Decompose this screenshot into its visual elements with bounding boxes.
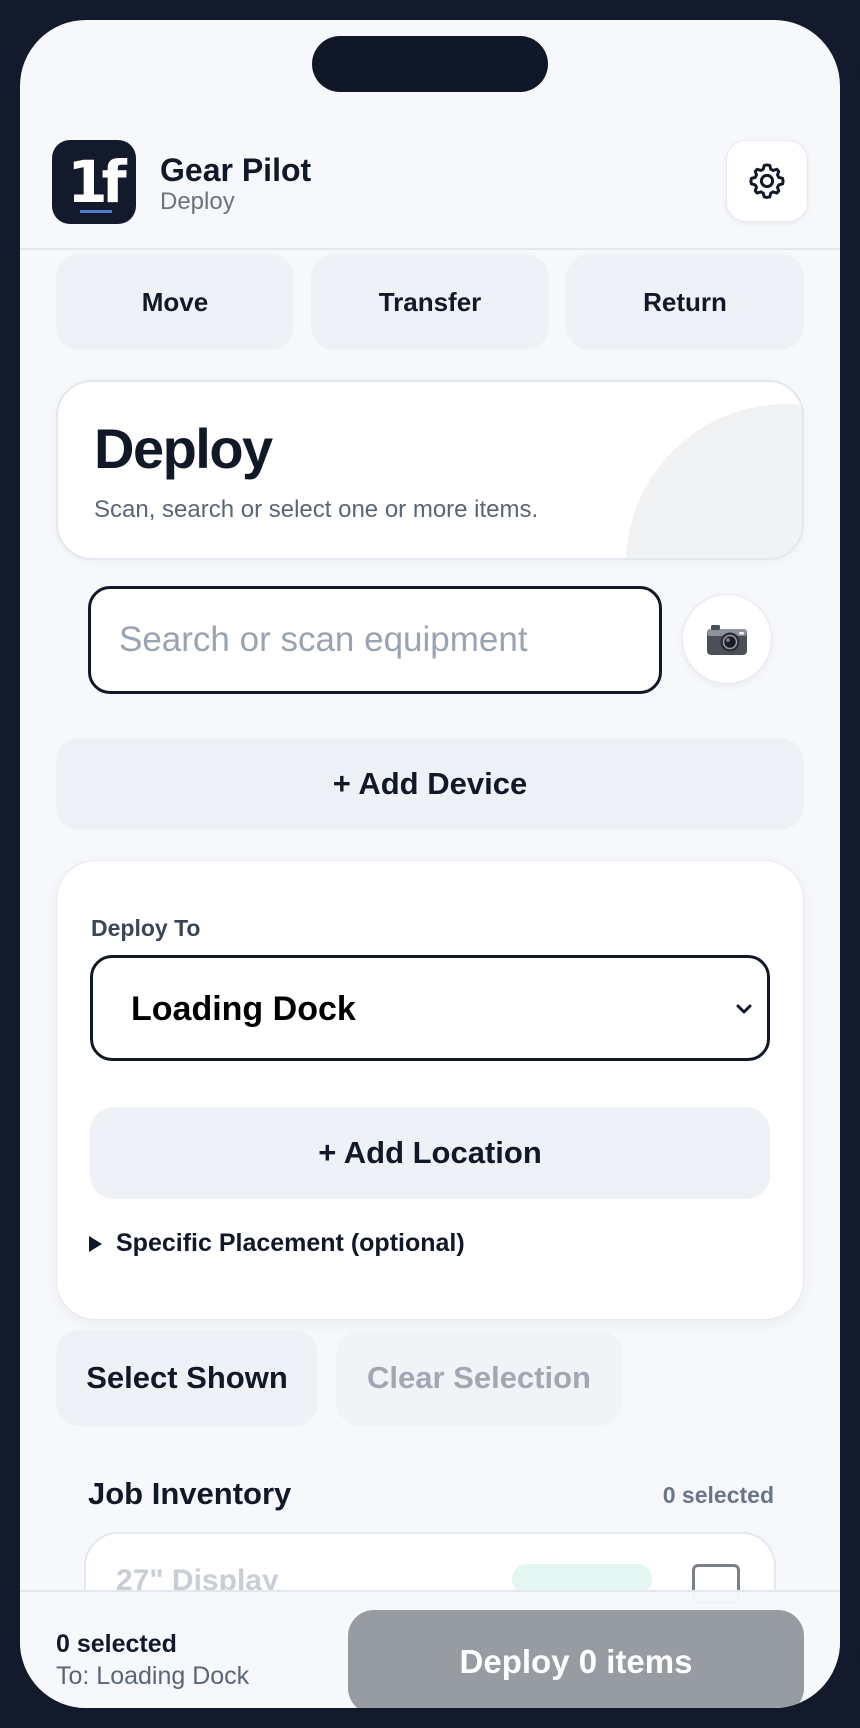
deploy-to-label: Deploy To xyxy=(91,915,201,941)
camera-icon xyxy=(707,625,747,655)
inventory-title: Job Inventory xyxy=(88,1476,292,1511)
dynamic-island xyxy=(312,36,548,92)
footer-target: To: Loading Dock xyxy=(56,1662,250,1690)
footer-selected-count: 0 selected xyxy=(56,1630,177,1658)
tab-move[interactable]: Move xyxy=(56,254,294,350)
select-shown-button[interactable]: Select Shown xyxy=(56,1330,318,1426)
add-location-button[interactable]: + Add Location xyxy=(90,1107,770,1199)
app-header: 1f Gear Pilot Deploy xyxy=(20,120,840,250)
deploy-target-card: Deploy To Loading Dock + Add Location Sp… xyxy=(56,860,804,1320)
settings-button[interactable] xyxy=(726,140,808,222)
inventory-selected-count: 0 selected xyxy=(662,1482,774,1508)
add-device-button[interactable]: + Add Device xyxy=(56,738,804,830)
deploy-button[interactable]: Deploy 0 items xyxy=(348,1610,804,1708)
location-select[interactable]: Loading Dock xyxy=(90,955,770,1061)
decorative-circle xyxy=(626,404,802,558)
disclosure-triangle-icon xyxy=(89,1235,102,1252)
chevron-down-icon xyxy=(736,1004,752,1014)
page-title: Deploy xyxy=(94,417,273,480)
scan-camera-button[interactable] xyxy=(682,594,772,684)
search-input[interactable] xyxy=(88,586,662,694)
phone-frame: 1f Gear Pilot Deploy Move Transfer Retur… xyxy=(0,0,860,1728)
specific-placement-toggle[interactable]: Specific Placement (optional) xyxy=(89,1229,465,1258)
app-subtitle: Deploy xyxy=(160,188,235,215)
logo-underline xyxy=(80,210,112,213)
clear-selection-button[interactable]: Clear Selection xyxy=(336,1330,622,1426)
location-select-value: Loading Dock xyxy=(131,990,356,1028)
specific-placement-label: Specific Placement (optional) xyxy=(116,1229,465,1257)
bottom-action-bar: 0 selected To: Loading Dock Deploy 0 ite… xyxy=(20,1590,840,1708)
app-screen: 1f Gear Pilot Deploy Move Transfer Retur… xyxy=(20,20,840,1708)
deploy-card: Deploy Scan, search or select one or mor… xyxy=(56,380,804,560)
tab-transfer[interactable]: Transfer xyxy=(311,254,549,350)
logo-text: 1f xyxy=(67,148,127,216)
app-title: Gear Pilot xyxy=(160,152,312,188)
tab-return[interactable]: Return xyxy=(566,254,804,350)
app-logo: 1f xyxy=(52,140,136,224)
page-description: Scan, search or select one or more items… xyxy=(94,496,539,523)
gear-icon xyxy=(749,163,785,199)
